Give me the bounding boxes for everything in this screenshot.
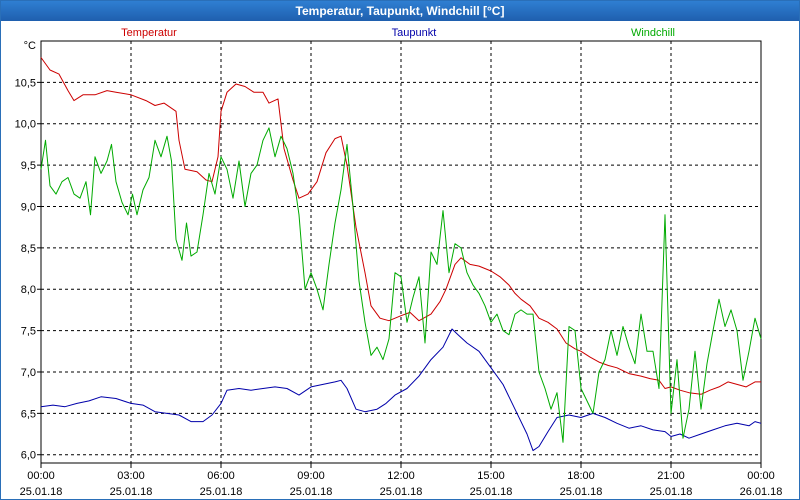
- y-tick-label: 6,5: [21, 408, 36, 420]
- x-tick-date: 25.01.18: [110, 486, 153, 498]
- x-tick-time: 00:00: [27, 470, 55, 482]
- x-tick-date: 25.01.18: [380, 486, 423, 498]
- y-tick-label: 6,0: [21, 450, 36, 462]
- x-tick-date: 25.01.18: [650, 486, 693, 498]
- x-tick-date: 25.01.18: [290, 486, 333, 498]
- x-tick-date: 25.01.18: [470, 486, 513, 498]
- chart-window: Temperatur, Taupunkt, Windchill [°C] 6,0…: [0, 0, 800, 500]
- x-tick-time: 12:00: [387, 470, 415, 482]
- y-tick-label: 8,5: [21, 243, 36, 255]
- x-tick-date: 25.01.18: [560, 486, 603, 498]
- y-tick-label: 10,5: [15, 77, 36, 89]
- legend-temperatur: Temperatur: [121, 27, 177, 39]
- legend-taupunkt: Taupunkt: [392, 27, 437, 39]
- x-tick-time: 09:00: [297, 470, 325, 482]
- x-tick-time: 21:00: [657, 470, 685, 482]
- grid-lines: [40, 40, 762, 464]
- x-tick-time: 00:00: [747, 470, 775, 482]
- x-tick-time: 03:00: [117, 470, 145, 482]
- chart-svg: 6,0 6,5 7,0 7,5 8,0 8,5 9,0 9,5 10,0 10,5 °C 00:00 2…: [15, 27, 783, 498]
- y-tick-label: 9,5: [21, 160, 36, 172]
- legend: Temperatur Taupunkt Windchill: [121, 27, 675, 39]
- y-tick-label: 9,0: [21, 201, 36, 213]
- legend-windchill: Windchill: [631, 27, 675, 39]
- y-tick-label: 7,5: [21, 326, 36, 338]
- y-tick-label: 8,0: [21, 284, 36, 296]
- x-tick-time: 06:00: [207, 470, 235, 482]
- x-tick-time: 15:00: [477, 470, 505, 482]
- y-tick-label: 7,0: [21, 367, 36, 379]
- x-tick-date: 26.01.18: [740, 486, 783, 498]
- x-tick-time: 18:00: [567, 470, 595, 482]
- y-axis-label: °C: [24, 40, 36, 52]
- y-tick-label: 10,0: [15, 119, 36, 131]
- window-title: Temperatur, Taupunkt, Windchill [°C]: [1, 1, 799, 21]
- x-tick-date: 25.01.18: [20, 486, 63, 498]
- x-tick-date: 25.01.18: [200, 486, 243, 498]
